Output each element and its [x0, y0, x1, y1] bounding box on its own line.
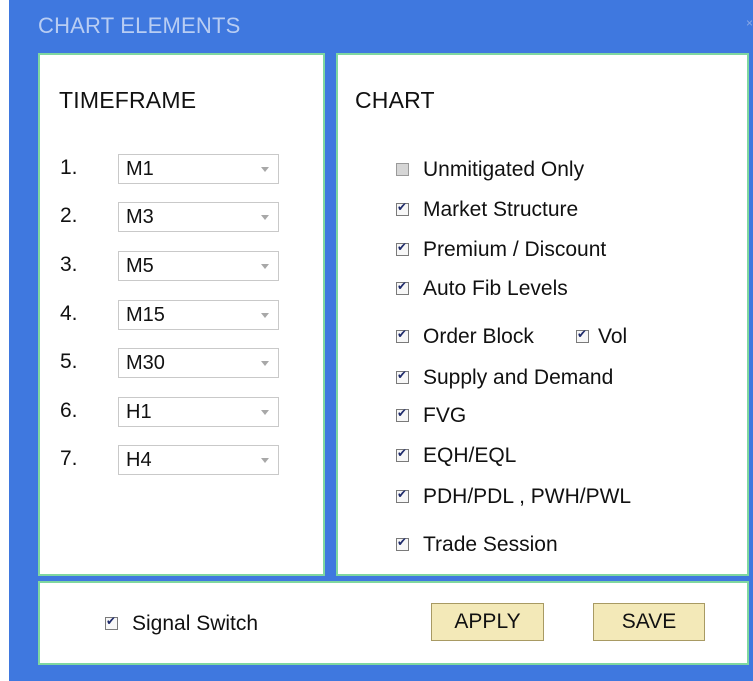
timeframe-row-number: 7.	[60, 447, 78, 470]
timeframe-select-2[interactable]: M3	[118, 202, 279, 232]
timeframe-row-number: 4.	[60, 302, 78, 325]
option-label: PDH/PDL , PWH/PWL	[423, 485, 632, 508]
timeframe-row-number: 2.	[60, 204, 78, 227]
option-label: Trade Session	[423, 533, 558, 556]
checkbox[interactable]	[396, 327, 409, 343]
checkbox[interactable]	[396, 200, 409, 216]
chevron-down-icon	[261, 361, 269, 366]
timeframe-select-value: H1	[126, 401, 152, 423]
timeframe-select-value: M1	[126, 158, 154, 180]
apply-button[interactable]: APPLY	[431, 603, 544, 641]
chevron-down-icon	[261, 264, 269, 269]
timeframe-select-1[interactable]: M1	[118, 154, 279, 184]
checkbox[interactable]	[396, 240, 409, 256]
checkbox[interactable]	[396, 535, 409, 551]
timeframe-select-4[interactable]: M15	[118, 300, 279, 330]
chart-heading: CHART	[355, 87, 435, 113]
timeframe-row-number: 3.	[60, 253, 78, 276]
bottom-panel: Signal Switch APPLY SAVE	[38, 581, 749, 665]
timeframe-heading: TIMEFRAME	[59, 87, 197, 113]
chevron-down-icon	[261, 215, 269, 220]
signal-switch-label: Signal Switch	[132, 612, 259, 635]
checkbox[interactable]	[396, 487, 409, 503]
timeframe-panel: TIMEFRAME 1. M1 2. M3 3. M5 4. M15 5. M3…	[38, 53, 325, 576]
window-title: CHART ELEMENTS	[38, 13, 241, 38]
option-label: Vol	[598, 325, 628, 348]
timeframe-select-value: M3	[126, 206, 154, 228]
chart-panel: CHART Unmitigated Only Market Structure …	[336, 53, 749, 576]
save-button[interactable]: SAVE	[593, 603, 705, 641]
timeframe-select-7[interactable]: H4	[118, 445, 279, 475]
option-label: Auto Fib Levels	[423, 277, 568, 300]
option-label: Order Block	[423, 325, 534, 348]
option-label: FVG	[423, 404, 467, 427]
timeframe-select-3[interactable]: M5	[118, 251, 279, 281]
timeframe-row-number: 6.	[60, 399, 78, 422]
chevron-down-icon	[261, 458, 269, 463]
timeframe-select-value: H4	[126, 449, 152, 471]
timeframe-select-value: M15	[126, 304, 165, 326]
checkbox[interactable]	[105, 614, 118, 630]
option-label: Supply and Demand	[423, 366, 614, 389]
checkbox[interactable]	[396, 279, 409, 295]
option-label: Premium / Discount	[423, 238, 607, 261]
checkbox[interactable]	[396, 406, 409, 422]
chevron-down-icon	[261, 313, 269, 318]
chevron-down-icon	[261, 410, 269, 415]
checkbox[interactable]	[396, 446, 409, 462]
checkbox[interactable]	[576, 327, 589, 343]
timeframe-select-value: M30	[126, 352, 165, 374]
timeframe-select-value: M5	[126, 255, 154, 277]
checkbox[interactable]	[396, 368, 409, 384]
checkbox[interactable]	[396, 163, 409, 176]
timeframe-row-number: 1.	[60, 156, 78, 179]
option-label: Unmitigated Only	[423, 158, 585, 181]
timeframe-select-6[interactable]: H1	[118, 397, 279, 427]
option-label: EQH/EQL	[423, 444, 517, 467]
chevron-down-icon	[261, 167, 269, 172]
option-label: Market Structure	[423, 198, 579, 221]
timeframe-select-5[interactable]: M30	[118, 348, 279, 378]
timeframe-row-number: 5.	[60, 350, 78, 373]
close-icon[interactable]: ×	[743, 16, 753, 30]
chart-elements-window: CHART ELEMENTS × TIMEFRAME 1. M1 2. M3 3…	[9, 0, 753, 681]
